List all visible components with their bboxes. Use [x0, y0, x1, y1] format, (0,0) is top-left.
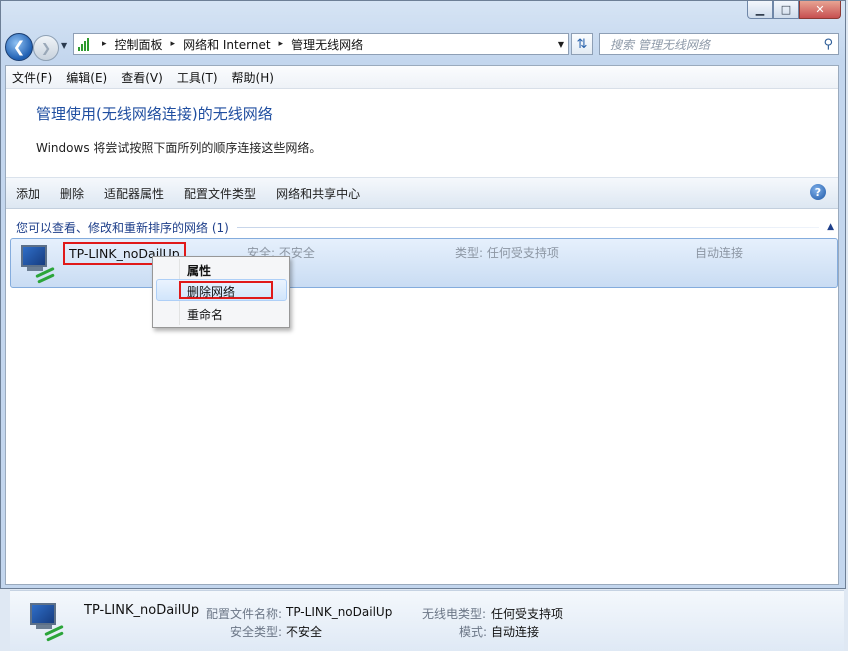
profile-name-value: TP-LINK_noDailUp [286, 605, 393, 619]
mode-value: 自动连接 [491, 625, 540, 639]
menu-edit[interactable]: 编辑(E) [66, 69, 107, 86]
minimize-button[interactable]: ▁ [747, 1, 773, 19]
context-menu: 属性 删除网络 重命名 [152, 256, 290, 328]
collapse-chevron-icon[interactable]: ▲ [827, 222, 834, 232]
recent-pages-dropdown-icon[interactable]: ▼ [61, 41, 67, 50]
page-header: 管理使用(无线网络连接)的无线网络 Windows 将尝试按照下面所列的顺序连接… [6, 89, 838, 177]
menu-file[interactable]: 文件(F) [12, 69, 52, 86]
add-button[interactable]: 添加 [16, 185, 40, 202]
network-signal-icon [78, 37, 94, 51]
search-icon[interactable]: ⚲ [823, 37, 833, 52]
maximize-button[interactable]: □ [773, 1, 799, 19]
profile-name-label: 配置文件名称: [206, 607, 283, 621]
page-description: Windows 将尝试按照下面所列的顺序连接这些网络。 [36, 141, 322, 155]
breadcrumb-control-panel[interactable]: 控制面板 [115, 36, 163, 53]
breadcrumb-manage-wireless[interactable]: 管理无线网络 [291, 36, 363, 53]
refresh-icon[interactable]: ⇅ [571, 33, 593, 55]
wireless-network-icon [17, 243, 57, 284]
title-faint-tabs [7, 5, 87, 18]
group-divider [236, 226, 820, 228]
command-bar: 添加 删除 适配器属性 配置文件类型 网络和共享中心 ? [6, 177, 838, 209]
page-title: 管理使用(无线网络连接)的无线网络 [36, 105, 273, 123]
menu-item-rename[interactable]: 重命名 [187, 306, 223, 323]
network-sharing-center-button[interactable]: 网络和共享中心 [276, 185, 360, 202]
menu-item-delete-network[interactable]: 删除网络 [187, 283, 235, 300]
address-bar[interactable]: ▸ 控制面板 ▸ 网络和 Internet ▸ 管理无线网络 ▼ [73, 33, 569, 55]
radio-type-value: 任何受支持项 [491, 607, 564, 621]
network-group-header[interactable]: 您可以查看、修改和重新排序的网络 (1) ▲ [16, 218, 834, 236]
menu-bar: 文件(F) 编辑(E) 查看(V) 工具(T) 帮助(H) [6, 66, 838, 89]
breadcrumb-separator[interactable]: ▸ [102, 39, 107, 49]
radio-type-label: 无线电类型: [422, 607, 487, 621]
search-placeholder: 搜索 管理无线网络 [610, 37, 710, 52]
close-button[interactable]: ✕ [799, 1, 841, 19]
forward-arrow-icon[interactable]: ❯ [33, 35, 59, 61]
security-type-label: 安全类型: [230, 625, 283, 639]
search-input[interactable]: 搜索 管理无线网络 ⚲ [599, 33, 839, 55]
profile-types-button[interactable]: 配置文件类型 [184, 185, 256, 202]
menu-view[interactable]: 查看(V) [121, 69, 163, 86]
breadcrumb-network-internet[interactable]: 网络和 Internet [183, 36, 270, 53]
breadcrumb-separator[interactable]: ▸ [279, 39, 284, 49]
network-list-item[interactable]: TP-LINK_noDailUp 安全: 不安全 类型: 任何受支持项 自动连接 [10, 238, 838, 288]
details-network-name: TP-LINK_noDailUp [84, 603, 200, 618]
address-dropdown-icon[interactable]: ▼ [558, 40, 564, 49]
group-label: 您可以查看、修改和重新排序的网络 (1) [16, 220, 229, 235]
navigation-bar: ❮ ❯ ▼ ▸ 控制面板 ▸ 网络和 Internet ▸ 管理无线网络 ▼ ⇅… [5, 31, 839, 61]
window: ▁ □ ✕ ❮ ❯ ▼ ▸ 控制面板 ▸ 网络和 Internet ▸ 管理无线… [0, 0, 846, 651]
menu-tools[interactable]: 工具(T) [177, 69, 218, 86]
security-type-value: 不安全 [286, 625, 323, 639]
window-controls: ▁ □ ✕ [747, 1, 841, 19]
back-arrow-icon[interactable]: ❮ [5, 33, 33, 61]
help-icon[interactable]: ? [810, 184, 826, 200]
menu-help[interactable]: 帮助(H) [232, 69, 274, 86]
network-mode: 自动连接 [695, 246, 744, 260]
mode-label: 模式: [459, 625, 488, 639]
network-type: 类型: 任何受支持项 [455, 246, 559, 260]
menu-item-properties[interactable]: 属性 [187, 262, 211, 279]
breadcrumb-separator[interactable]: ▸ [171, 39, 176, 49]
adapter-properties-button[interactable]: 适配器属性 [104, 185, 164, 202]
details-pane: TP-LINK_noDailUp 配置文件名称: TP-LINK_noDailU… [10, 590, 844, 651]
content-pane: 文件(F) 编辑(E) 查看(V) 工具(T) 帮助(H) 管理使用(无线网络连… [5, 65, 844, 651]
remove-button[interactable]: 删除 [60, 185, 84, 202]
wireless-network-icon [26, 601, 66, 642]
